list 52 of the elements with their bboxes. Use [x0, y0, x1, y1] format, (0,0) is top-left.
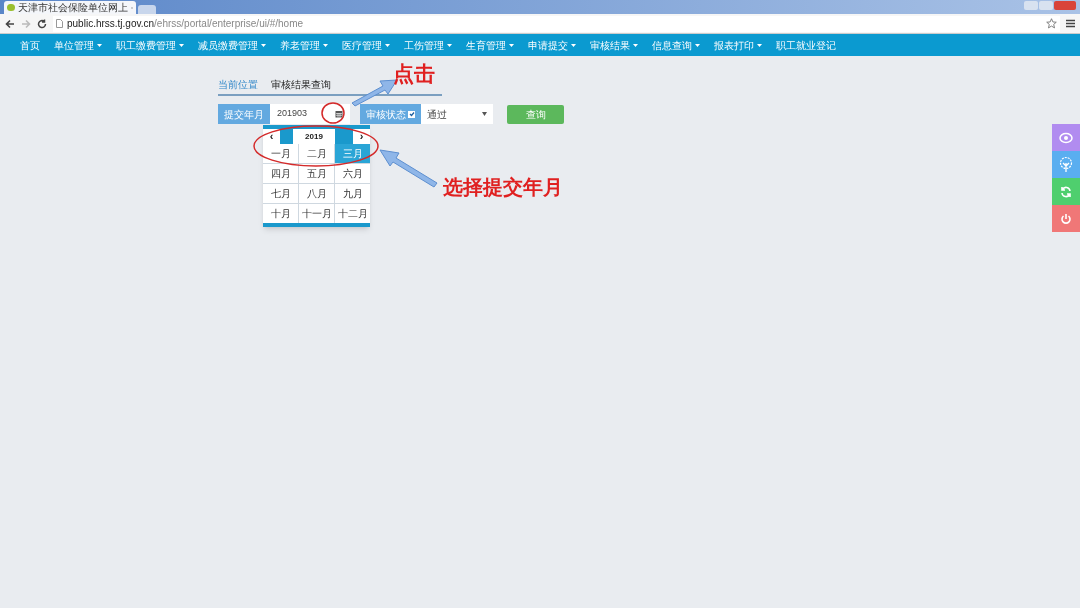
previous-year-button[interactable]: ‹ [263, 129, 280, 144]
reload-icon[interactable] [37, 18, 47, 29]
power-button[interactable] [1052, 205, 1080, 232]
page-icon [56, 19, 63, 28]
month-cell[interactable]: 二月 [299, 144, 334, 163]
new-tab-button[interactable] [138, 5, 156, 14]
minimize-button[interactable] [1024, 1, 1038, 10]
header-block [335, 129, 353, 144]
next-year-button[interactable]: › [353, 129, 370, 144]
url-host: public.hrss.tj.gov.cn [67, 18, 155, 29]
year-label: 2019 [304, 131, 324, 143]
highlight-circle [321, 102, 345, 124]
menu-icon[interactable] [1066, 19, 1075, 28]
back-icon[interactable] [5, 18, 15, 29]
star-icon[interactable] [1046, 18, 1057, 29]
month-cell[interactable]: 九月 [335, 184, 370, 203]
header-block [280, 129, 293, 144]
breadcrumb-current: 审核结果查询 [271, 78, 331, 92]
calendar-icon[interactable] [335, 110, 343, 118]
month-cell[interactable]: 十月 [263, 204, 298, 223]
field-label: 提交年月 [218, 104, 270, 124]
breadcrumb-label: 当前位置 [218, 78, 258, 92]
browser-tab[interactable]: 天津市社会保险单位网上 [4, 1, 136, 14]
power-icon [1060, 212, 1072, 225]
refresh-icon [1060, 185, 1072, 198]
month-cell[interactable]: 七月 [263, 184, 298, 203]
month-cell[interactable]: 四月 [263, 164, 298, 183]
month-cell[interactable]: 八月 [299, 184, 334, 203]
site-icon [7, 4, 15, 11]
month-input[interactable]: 201903 [270, 104, 350, 124]
tree-button[interactable] [1052, 151, 1080, 178]
url-path: /ehrss/portal/enterprise/ui/#/home [154, 18, 304, 29]
month-cell[interactable]: 十一月 [299, 204, 334, 223]
dropdown-icon [482, 112, 487, 116]
eye-button[interactable] [1052, 124, 1080, 151]
forward-icon[interactable] [21, 18, 31, 29]
status-select[interactable]: 通过 [421, 104, 493, 124]
arrow [379, 149, 438, 188]
month-cell[interactable]: 六月 [335, 164, 370, 183]
tree-icon [1059, 156, 1073, 173]
month-cell[interactable]: 五月 [299, 164, 334, 183]
annotation-text: 点击 [393, 63, 435, 84]
status-label: 审核状态 [366, 107, 406, 122]
month-cell[interactable]: 十二月 [335, 204, 370, 223]
month-cell[interactable]: 一月 [263, 144, 298, 163]
refresh-button[interactable] [1052, 178, 1080, 205]
eye-icon [1059, 131, 1073, 144]
status-checkbox[interactable] [408, 110, 415, 118]
tab-title: 天津市社会保险单位网上 [18, 2, 128, 13]
maximize-button[interactable] [1039, 1, 1053, 10]
address-bar[interactable]: public.hrss.tj.gov.cn/ehrss/portal/enterprise/ui/#/home [53, 15, 1060, 32]
annotation-text: 选择提交年月 [443, 177, 563, 197]
